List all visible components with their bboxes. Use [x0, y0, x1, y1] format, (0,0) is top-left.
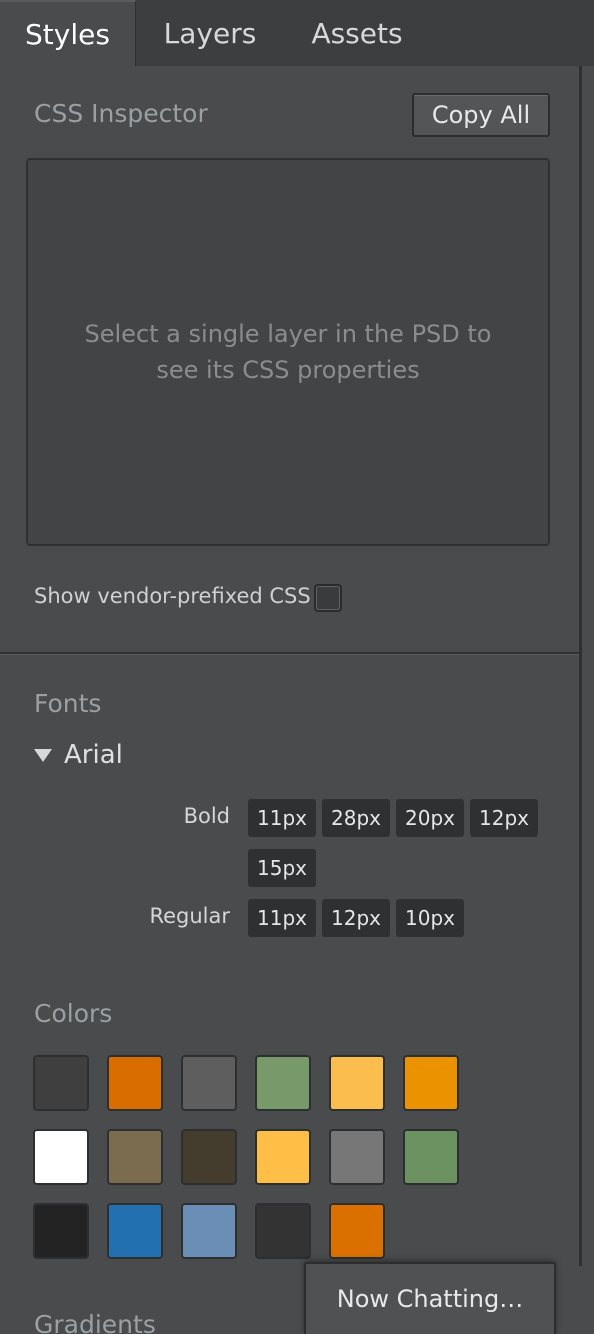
disclosure-triangle-icon	[34, 748, 52, 762]
gradients-title: Gradients	[34, 1310, 156, 1334]
color-swatch[interactable]	[33, 1203, 89, 1259]
color-swatch[interactable]	[403, 1055, 459, 1111]
tab-assets[interactable]: Assets	[294, 0, 420, 66]
color-swatch[interactable]	[255, 1129, 311, 1185]
copy-all-button[interactable]: Copy All	[412, 93, 550, 137]
font-family-toggle[interactable]: Arial	[34, 740, 123, 770]
colors-title: Colors	[34, 999, 113, 1028]
font-size-chip[interactable]: 12px	[470, 799, 538, 837]
scrollbar[interactable]	[579, 66, 582, 1266]
color-swatch[interactable]	[181, 1055, 237, 1111]
font-weight-regular-label: Regular	[149, 904, 230, 928]
color-swatch[interactable]	[107, 1129, 163, 1185]
color-swatch[interactable]	[107, 1203, 163, 1259]
tab-bar: Styles Layers Assets	[0, 0, 594, 66]
tab-layers[interactable]: Layers	[146, 0, 274, 66]
styles-panel: Styles Layers Assets CSS Inspector Copy …	[0, 0, 594, 1334]
color-swatch[interactable]	[107, 1055, 163, 1111]
color-swatch[interactable]	[403, 1129, 459, 1185]
font-size-chip[interactable]: 20px	[396, 799, 464, 837]
color-swatch[interactable]	[33, 1055, 89, 1111]
vendor-prefixed-label: Show vendor-prefixed CSS	[34, 584, 311, 608]
font-family-name: Arial	[64, 740, 123, 770]
font-size-chip[interactable]: 11px	[248, 799, 316, 837]
color-swatch[interactable]	[181, 1203, 237, 1259]
color-swatch[interactable]	[329, 1055, 385, 1111]
css-inspector-box: Select a single layer in the PSD to see …	[26, 158, 550, 546]
color-swatch[interactable]	[329, 1129, 385, 1185]
color-swatch[interactable]	[181, 1129, 237, 1185]
font-size-chip[interactable]: 12px	[322, 899, 390, 937]
font-size-chip[interactable]: 11px	[248, 899, 316, 937]
css-inspector-empty-message: Select a single layer in the PSD to see …	[84, 320, 492, 384]
vendor-prefixed-checkbox[interactable]	[314, 584, 342, 612]
color-swatch[interactable]	[255, 1055, 311, 1111]
font-size-chip[interactable]: 28px	[322, 799, 390, 837]
font-weight-bold-label: Bold	[183, 804, 230, 828]
color-swatch[interactable]	[33, 1129, 89, 1185]
font-size-chip[interactable]: 10px	[396, 899, 464, 937]
font-size-chip[interactable]: 15px	[248, 849, 316, 887]
now-chatting-button[interactable]: Now Chatting…	[304, 1262, 556, 1334]
color-swatch[interactable]	[329, 1203, 385, 1259]
css-inspector-title: CSS Inspector	[34, 99, 208, 128]
tab-styles[interactable]: Styles	[0, 0, 136, 66]
fonts-title: Fonts	[34, 689, 102, 718]
color-swatch[interactable]	[255, 1203, 311, 1259]
section-divider	[0, 652, 580, 655]
